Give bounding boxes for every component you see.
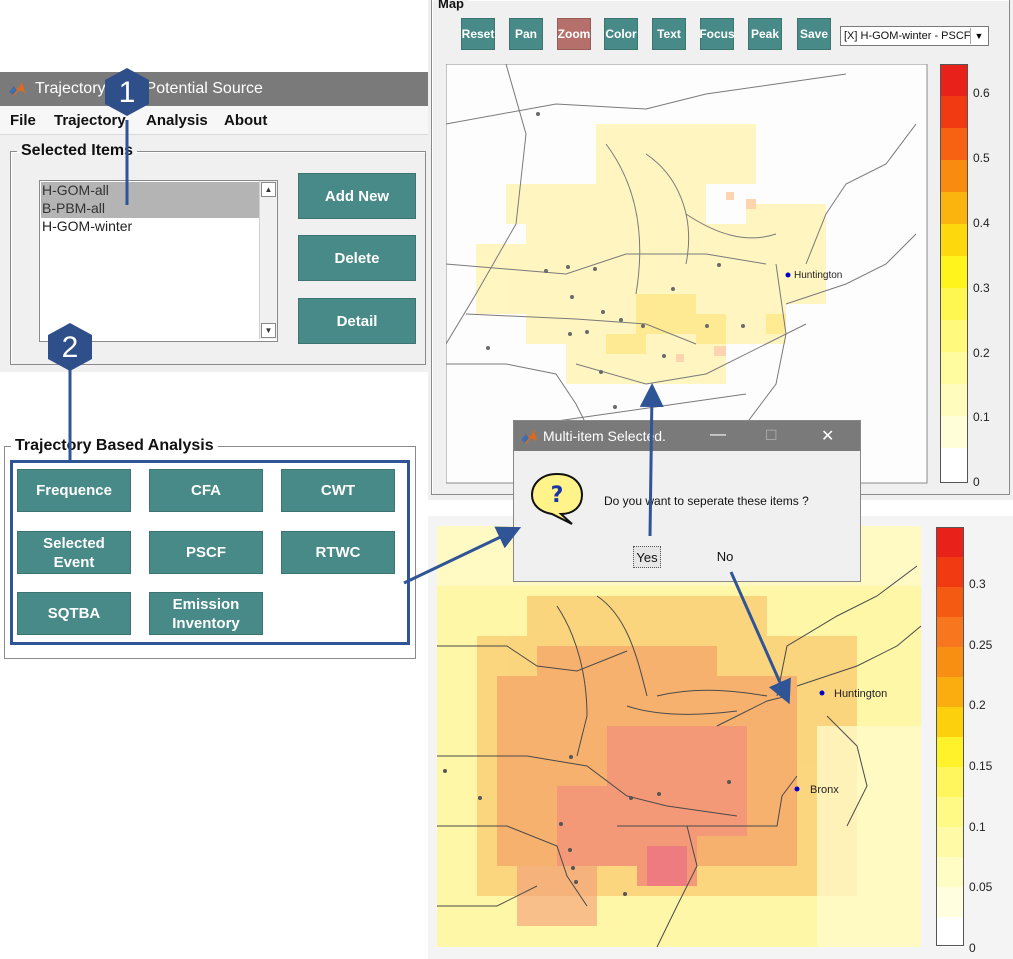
reset-button[interactable]: Reset — [461, 18, 495, 50]
cwt-button[interactable]: CWT — [281, 469, 395, 512]
main-title-bar: Trajectory l Potential Source — [0, 72, 428, 106]
listbox-scrollbar[interactable]: ▲ ▼ — [259, 181, 277, 339]
menu-analysis[interactable]: Analysis — [146, 112, 208, 129]
delete-button[interactable]: Delete — [298, 235, 416, 281]
text-button[interactable]: Text — [652, 18, 686, 50]
list-item[interactable]: B-PBM-all — [41, 200, 260, 218]
dialog-message: Do you want to seperate these items ? — [604, 494, 809, 508]
colorbar-tick: 0 — [973, 475, 980, 489]
cfa-button[interactable]: CFA — [149, 469, 263, 512]
colorbar-tick: 0.2 — [973, 346, 990, 360]
color-button[interactable]: Color — [604, 18, 638, 50]
peak-button[interactable]: Peak — [748, 18, 782, 50]
bronx-site-label: Bronx — [810, 784, 839, 796]
top-colorbar — [940, 64, 968, 483]
selected-event-button[interactable]: Selected Event — [17, 531, 131, 574]
bottom-colorbar — [936, 527, 964, 947]
scroll-down-icon[interactable]: ▼ — [261, 323, 276, 338]
dataset-dropdown[interactable]: [X] H-GOM-winter - PSCF ▼ — [840, 26, 989, 46]
no-button[interactable]: No — [712, 546, 738, 566]
colorbar-tick: 0.4 — [973, 216, 990, 230]
step-2-badge: 2 — [47, 322, 93, 372]
focus-button[interactable]: Focus — [699, 18, 735, 50]
matlab-logo-icon — [9, 82, 25, 96]
menu-about[interactable]: About — [224, 112, 267, 129]
huntington-site-label: Huntington — [834, 688, 888, 700]
svg-text:?: ? — [551, 483, 564, 508]
detail-button[interactable]: Detail — [298, 298, 416, 344]
menu-file[interactable]: File — [10, 112, 36, 129]
colorbar-tick: 0.6 — [973, 86, 990, 100]
dropdown-value: [X] H-GOM-winter - PSCF — [844, 30, 971, 42]
bottom-map-plot[interactable] — [437, 526, 922, 948]
zoom-button[interactable]: Zoom — [557, 18, 591, 50]
colorbar-tick: 0.3 — [973, 281, 990, 295]
map-legend: Map — [434, 0, 468, 11]
add-new-button[interactable]: Add New — [298, 173, 416, 219]
colorbar-tick: 0 — [969, 941, 976, 955]
colorbar-tick: 0.15 — [969, 759, 993, 773]
pscf-button[interactable]: PSCF — [149, 531, 263, 574]
save-button[interactable]: Save — [797, 18, 831, 50]
minimize-icon[interactable]: — — [710, 426, 726, 444]
menu-bar: File Trajectory Analysis About — [0, 106, 428, 135]
rtwc-button[interactable]: RTWC — [281, 531, 395, 574]
huntington-site-label: Huntington — [794, 270, 843, 281]
colorbar-tick: 0.1 — [969, 820, 986, 834]
colorbar-tick: 0.05 — [969, 880, 993, 894]
close-icon[interactable]: ✕ — [821, 426, 834, 446]
colorbar-tick: 0.25 — [969, 638, 993, 652]
sqtba-button[interactable]: SQTBA — [17, 592, 131, 635]
list-item[interactable]: H-GOM-winter — [41, 218, 260, 236]
scroll-up-icon[interactable]: ▲ — [261, 182, 276, 197]
question-icon: ? — [530, 472, 584, 525]
chevron-down-icon[interactable]: ▼ — [970, 28, 987, 44]
selected-items-listbox[interactable]: H-GOM-all B-PBM-all H-GOM-winter ▲ ▼ — [39, 180, 278, 342]
emission-inventory-button[interactable]: Emission Inventory — [149, 592, 263, 635]
colorbar-tick: 0.2 — [969, 698, 986, 712]
dialog-title: Multi-item Selected. — [543, 428, 666, 444]
matlab-logo-icon — [521, 430, 537, 444]
colorbar-tick: 0.5 — [973, 151, 990, 165]
step-1-badge: 1 — [104, 67, 150, 117]
frequence-button[interactable]: Frequence — [17, 469, 131, 512]
trajectory-analysis-legend: Trajectory Based Analysis — [15, 437, 214, 454]
selected-items-legend: Selected Items — [21, 142, 134, 159]
maximize-icon[interactable]: ☐ — [765, 427, 778, 444]
pan-button[interactable]: Pan — [509, 18, 543, 50]
colorbar-tick: 0.1 — [973, 410, 990, 424]
yes-button[interactable]: Yes — [633, 546, 661, 568]
list-item[interactable]: H-GOM-all — [41, 182, 260, 200]
dialog-title-bar: Multi-item Selected. — ☐ ✕ — [514, 421, 860, 451]
colorbar-tick: 0.3 — [969, 577, 986, 591]
